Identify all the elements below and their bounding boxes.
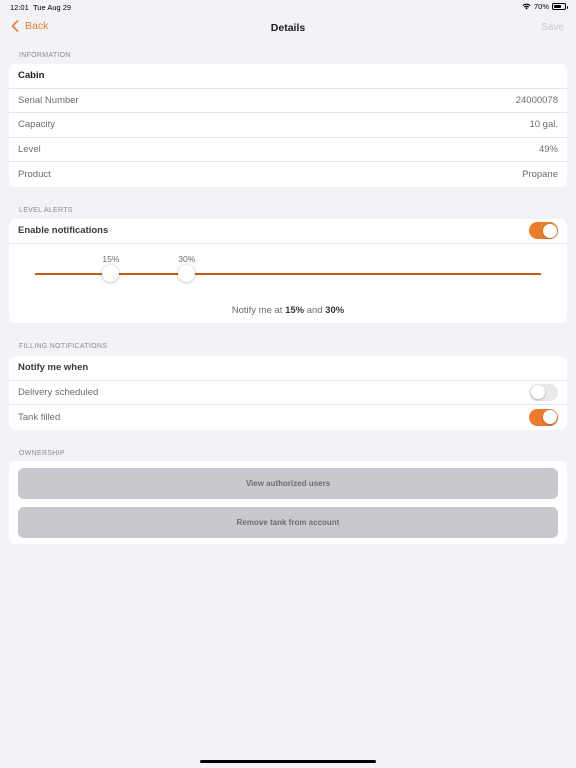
high-threshold-thumb[interactable] bbox=[178, 264, 196, 282]
tank-name-row: Cabin bbox=[9, 64, 567, 89]
product-row: Product Propane bbox=[9, 162, 567, 187]
notify-prefix: Notify me at bbox=[231, 304, 283, 316]
ownership-header: OWNERSHIP bbox=[19, 450, 65, 457]
serial-number-label: Serial Number bbox=[18, 94, 79, 106]
notify-low-value: 15% bbox=[285, 304, 305, 316]
serial-number-value: 24000078 bbox=[515, 94, 558, 106]
navigation-bar: Back Details Save bbox=[0, 14, 576, 42]
product-label: Product bbox=[18, 169, 51, 181]
page-title: Details bbox=[270, 22, 306, 34]
filling-header: FILLING NOTIFICATIONS bbox=[19, 343, 108, 350]
wifi-icon bbox=[522, 3, 531, 10]
delivery-scheduled-row: Delivery scheduled bbox=[9, 381, 567, 406]
low-threshold-thumb[interactable] bbox=[102, 264, 120, 282]
capacity-label: Capacity bbox=[18, 119, 55, 131]
tank-filled-toggle[interactable] bbox=[529, 408, 558, 426]
battery-percent: 70% bbox=[533, 2, 549, 11]
notify-me-when-label: Notify me when bbox=[18, 362, 89, 374]
status-date: Tue Aug 29 bbox=[33, 3, 72, 12]
level-alerts-card: Enable notifications 15% 30% Notify me a… bbox=[9, 219, 567, 323]
view-authorized-users-button[interactable]: View authorized users bbox=[18, 468, 558, 499]
home-indicator bbox=[200, 760, 376, 763]
low-threshold-label: 15% bbox=[102, 253, 120, 264]
level-label: Level bbox=[18, 144, 41, 156]
delivery-scheduled-label: Delivery scheduled bbox=[18, 386, 99, 398]
notify-high-value: 30% bbox=[325, 304, 345, 316]
level-alerts-header: LEVEL ALERTS bbox=[19, 207, 73, 214]
enable-notifications-toggle[interactable] bbox=[529, 222, 558, 240]
information-header: INFORMATION bbox=[19, 52, 71, 59]
toggle-knob bbox=[530, 385, 545, 400]
information-card: Cabin Serial Number 24000078 Capacity 10… bbox=[9, 64, 567, 187]
notify-me-when-row: Notify me when bbox=[9, 356, 567, 381]
capacity-row: Capacity 10 gal. bbox=[9, 113, 567, 138]
enable-notifications-row: Enable notifications bbox=[9, 219, 567, 244]
product-value: Propane bbox=[522, 169, 558, 181]
status-right: 70% bbox=[522, 2, 568, 11]
toggle-knob bbox=[542, 410, 557, 425]
battery-fill bbox=[554, 5, 561, 8]
level-value: 49% bbox=[538, 144, 558, 156]
tank-filled-label: Tank filled bbox=[18, 411, 61, 423]
high-threshold-label: 30% bbox=[178, 253, 196, 264]
enable-notifications-label: Enable notifications bbox=[18, 225, 109, 237]
battery-icon bbox=[552, 3, 568, 10]
toggle-knob bbox=[542, 223, 557, 238]
delivery-scheduled-toggle[interactable] bbox=[529, 383, 558, 401]
status-bar: 12:01 Tue Aug 29 70% bbox=[0, 0, 576, 14]
notify-and: and bbox=[306, 304, 323, 316]
level-range-slider: 15% 30% Notify me at 15% and 30% bbox=[9, 244, 567, 323]
tank-name: Cabin bbox=[18, 70, 45, 82]
filling-card: Notify me when Delivery scheduled Tank f… bbox=[9, 356, 567, 430]
save-button[interactable]: Save bbox=[541, 22, 564, 33]
capacity-value: 10 gal. bbox=[529, 119, 558, 131]
level-row: Level 49% bbox=[9, 138, 567, 163]
notify-summary: Notify me at 15% and 30% bbox=[9, 305, 567, 316]
ownership-card: View authorized users Remove tank from a… bbox=[9, 461, 567, 544]
tank-filled-row: Tank filled bbox=[9, 405, 567, 430]
remove-tank-button[interactable]: Remove tank from account bbox=[18, 507, 558, 538]
serial-number-row: Serial Number 24000078 bbox=[9, 89, 567, 114]
status-time: 12:01 bbox=[10, 3, 29, 12]
